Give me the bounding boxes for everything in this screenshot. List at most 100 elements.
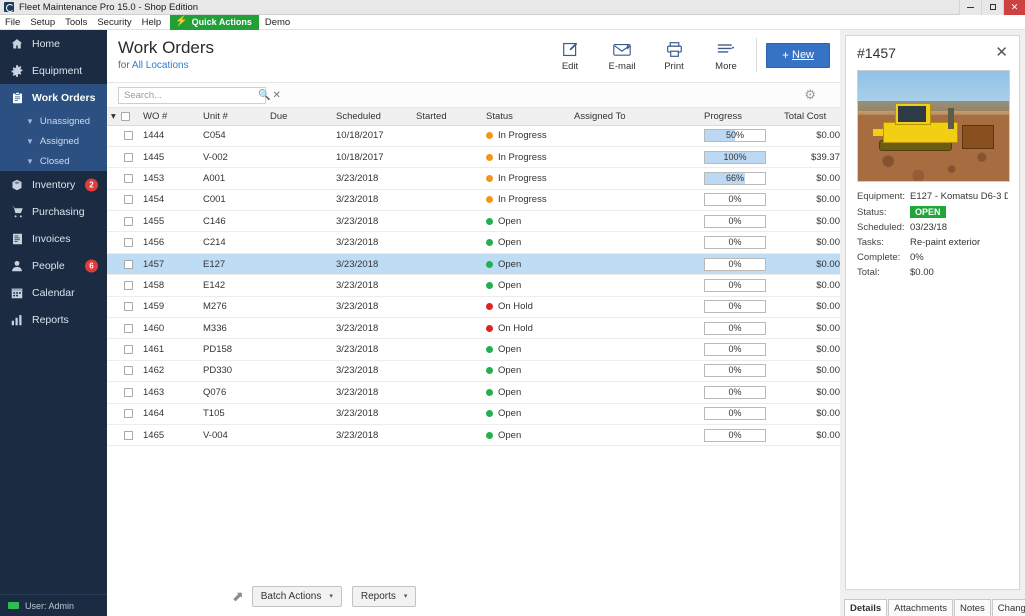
- column-header-total-cost[interactable]: Total Cost: [780, 108, 844, 126]
- table-row[interactable]: 1465 V-004 3/23/2018 Open 0% $0.00: [107, 424, 844, 447]
- table-row[interactable]: 1461 PD158 3/23/2018 Open 0% $0.00: [107, 338, 844, 361]
- row-checkbox[interactable]: [123, 131, 133, 141]
- reports-button[interactable]: Reports ▾: [351, 585, 417, 607]
- select-all-header[interactable]: [117, 108, 139, 126]
- close-icon[interactable]: ✕: [995, 45, 1008, 60]
- tab-attachments[interactable]: Attachments: [888, 599, 953, 616]
- table-row[interactable]: 1460 M336 3/23/2018 On Hold 0% $0.00: [107, 317, 844, 340]
- sidebar-item-assigned[interactable]: ▼ Assigned: [0, 131, 107, 151]
- row-checkbox[interactable]: [123, 430, 133, 440]
- minimize-icon[interactable]: [959, 0, 981, 15]
- table-row[interactable]: 1464 T105 3/23/2018 Open 0% $0.00: [107, 403, 844, 425]
- column-header-unit[interactable]: Unit #: [199, 108, 266, 126]
- row-select-cell[interactable]: [117, 231, 139, 254]
- row-select-cell[interactable]: [117, 189, 139, 212]
- row-select-cell[interactable]: [117, 403, 139, 425]
- table-row[interactable]: 1454 C001 3/23/2018 In Progress 0% $0.00: [107, 189, 844, 212]
- email-button[interactable]: E-mail: [596, 38, 648, 72]
- row-checkbox[interactable]: [123, 195, 133, 205]
- column-header-wo[interactable]: WO #: [139, 108, 199, 126]
- row-checkbox[interactable]: [123, 152, 133, 162]
- table-row[interactable]: 1457 E127 3/23/2018 Open 0% $0.00: [107, 253, 844, 276]
- sidebar-item-invoices[interactable]: Invoices: [0, 225, 107, 252]
- table-row[interactable]: 1462 PD330 3/23/2018 Open 0% $0.00: [107, 360, 844, 383]
- table-row[interactable]: 1455 C146 3/23/2018 Open 0% $0.00: [107, 210, 844, 233]
- cell-total-cost: $0.00: [780, 125, 844, 147]
- search-box[interactable]: 🔍 ✕: [118, 86, 281, 104]
- row-checkbox[interactable]: [123, 238, 133, 248]
- table-row[interactable]: 1459 M276 3/23/2018 On Hold 0% $0.00: [107, 296, 844, 319]
- row-select-cell[interactable]: [117, 424, 139, 447]
- row-select-cell[interactable]: [117, 125, 139, 147]
- sidebar-item-closed[interactable]: ▼ Closed: [0, 151, 107, 171]
- sidebar-item-unassigned[interactable]: ▼ Unassigned: [0, 111, 107, 131]
- cell-progress: 0%: [700, 253, 780, 276]
- table-row[interactable]: 1463 Q076 3/23/2018 Open 0% $0.00: [107, 381, 844, 404]
- row-checkbox[interactable]: [123, 280, 133, 290]
- row-select-cell[interactable]: [117, 210, 139, 233]
- print-button[interactable]: Print: [648, 38, 700, 72]
- search-input[interactable]: [124, 89, 256, 101]
- gear-icon[interactable]: ⚙: [804, 87, 816, 103]
- sidebar-item-home[interactable]: Home: [0, 30, 107, 57]
- row-checkbox[interactable]: [123, 302, 133, 312]
- sidebar-item-people[interactable]: People 6: [0, 252, 107, 279]
- row-select-cell[interactable]: [117, 317, 139, 340]
- quick-actions-button[interactable]: ⚡ Quick Actions: [170, 14, 259, 30]
- menu-item-demo[interactable]: Demo: [259, 17, 296, 28]
- column-header-progress[interactable]: Progress: [700, 108, 780, 126]
- row-checkbox[interactable]: [123, 173, 133, 183]
- sidebar-item-purchasing[interactable]: Purchasing: [0, 198, 107, 225]
- row-select-cell[interactable]: [117, 253, 139, 276]
- tab-change[interactable]: Change: [991, 599, 1025, 616]
- column-header-assigned[interactable]: Assigned To: [570, 108, 700, 126]
- sidebar-item-equipment[interactable]: Equipment: [0, 57, 107, 84]
- column-header-started[interactable]: Started: [412, 108, 482, 126]
- table-row[interactable]: 1458 E142 3/23/2018 Open 0% $0.00: [107, 274, 844, 297]
- sidebar-item-inventory[interactable]: Inventory 2: [0, 171, 107, 198]
- row-select-cell[interactable]: [117, 296, 139, 319]
- menu-item-tools[interactable]: Tools: [60, 15, 92, 30]
- table-row[interactable]: 1444 C054 10/18/2017 In Progress 50% $0.00: [107, 125, 844, 147]
- row-checkbox[interactable]: [123, 409, 133, 419]
- edit-button[interactable]: Edit: [544, 38, 596, 72]
- row-select-cell[interactable]: [117, 167, 139, 190]
- sort-indicator[interactable]: ▾: [107, 108, 117, 126]
- all-locations-link[interactable]: All Locations: [132, 60, 189, 71]
- select-all-checkbox[interactable]: [121, 111, 130, 121]
- row-checkbox[interactable]: [123, 366, 133, 376]
- sidebar-item-reports[interactable]: Reports: [0, 306, 107, 333]
- row-checkbox[interactable]: [123, 216, 133, 226]
- row-select-cell[interactable]: [117, 274, 139, 297]
- menu-item-help[interactable]: Help: [137, 15, 167, 30]
- clear-x-icon[interactable]: ✕: [272, 90, 280, 101]
- batch-actions-button[interactable]: Batch Actions ▾: [251, 585, 342, 607]
- table-row[interactable]: 1453 A001 3/23/2018 In Progress 66% $0.00: [107, 167, 844, 190]
- menu-item-file[interactable]: File: [0, 15, 25, 30]
- menu-item-security[interactable]: Security: [92, 15, 136, 30]
- tab-notes[interactable]: Notes: [953, 599, 991, 616]
- row-select-cell[interactable]: [117, 381, 139, 404]
- more-button[interactable]: More: [700, 38, 752, 72]
- tab-details[interactable]: Details: [844, 599, 888, 616]
- table-row[interactable]: 1456 C214 3/23/2018 Open 0% $0.00: [107, 231, 844, 254]
- row-checkbox[interactable]: [123, 259, 133, 269]
- table-row[interactable]: 1445 V-002 10/18/2017 In Progress 100% $39.37: [107, 146, 844, 169]
- row-select-cell[interactable]: [117, 146, 139, 169]
- new-button[interactable]: + New: [766, 42, 830, 68]
- maximize-icon[interactable]: [981, 0, 1003, 15]
- column-header-due[interactable]: Due: [266, 108, 332, 126]
- row-select-cell[interactable]: [117, 360, 139, 383]
- column-header-status[interactable]: Status: [482, 108, 570, 126]
- menu-item-setup[interactable]: Setup: [25, 15, 60, 30]
- row-select-cell[interactable]: [117, 338, 139, 361]
- close-icon[interactable]: ✕: [1003, 0, 1025, 15]
- row-checkbox[interactable]: [123, 345, 133, 355]
- up-arrow-icon[interactable]: ⬈: [232, 588, 244, 605]
- sidebar-item-calendar[interactable]: Calendar: [0, 279, 107, 306]
- sidebar-item-work-orders[interactable]: Work Orders: [0, 84, 107, 111]
- search-icon[interactable]: 🔍: [258, 90, 270, 101]
- row-checkbox[interactable]: [123, 323, 133, 333]
- row-checkbox[interactable]: [123, 387, 133, 397]
- column-header-scheduled[interactable]: Scheduled: [332, 108, 412, 126]
